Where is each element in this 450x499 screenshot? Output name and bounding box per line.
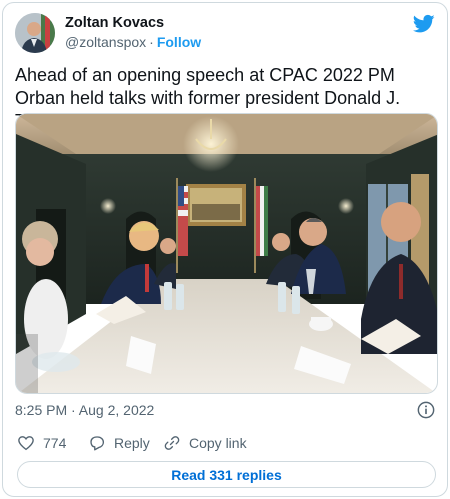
reply-icon bbox=[90, 436, 105, 451]
author-handle-line: @zoltanspox · Follow bbox=[65, 34, 201, 50]
avatar[interactable] bbox=[15, 13, 55, 53]
copy-link-button[interactable]: Copy link bbox=[163, 434, 247, 452]
separator-dot: · bbox=[149, 34, 154, 50]
like-button[interactable]: 774 bbox=[17, 434, 66, 452]
follow-button[interactable]: Follow bbox=[157, 34, 201, 50]
tweet-actions: 774 Reply Copy link bbox=[15, 434, 435, 456]
copy-link-label: Copy link bbox=[189, 435, 247, 451]
link-icon bbox=[164, 436, 180, 450]
tweet-photo[interactable] bbox=[15, 113, 438, 394]
reply-button[interactable]: Reply bbox=[88, 434, 150, 452]
author-handle[interactable]: @zoltanspox bbox=[65, 34, 146, 50]
twitter-logo[interactable] bbox=[413, 14, 435, 34]
tweet-card: Zoltan Kovacs @zoltanspox · Follow Ahead o… bbox=[2, 2, 448, 497]
heart-icon bbox=[18, 436, 34, 451]
info-icon[interactable] bbox=[417, 401, 435, 419]
read-replies-button[interactable]: Read 331 replies bbox=[17, 461, 436, 488]
author-name[interactable]: Zoltan Kovacs bbox=[65, 15, 164, 31]
tweet-timestamp[interactable]: 8:25 PM · Aug 2, 2022 bbox=[15, 402, 154, 418]
tweet-header: Zoltan Kovacs @zoltanspox · Follow bbox=[15, 13, 437, 55]
reply-label: Reply bbox=[114, 435, 150, 451]
like-count: 774 bbox=[43, 435, 67, 451]
